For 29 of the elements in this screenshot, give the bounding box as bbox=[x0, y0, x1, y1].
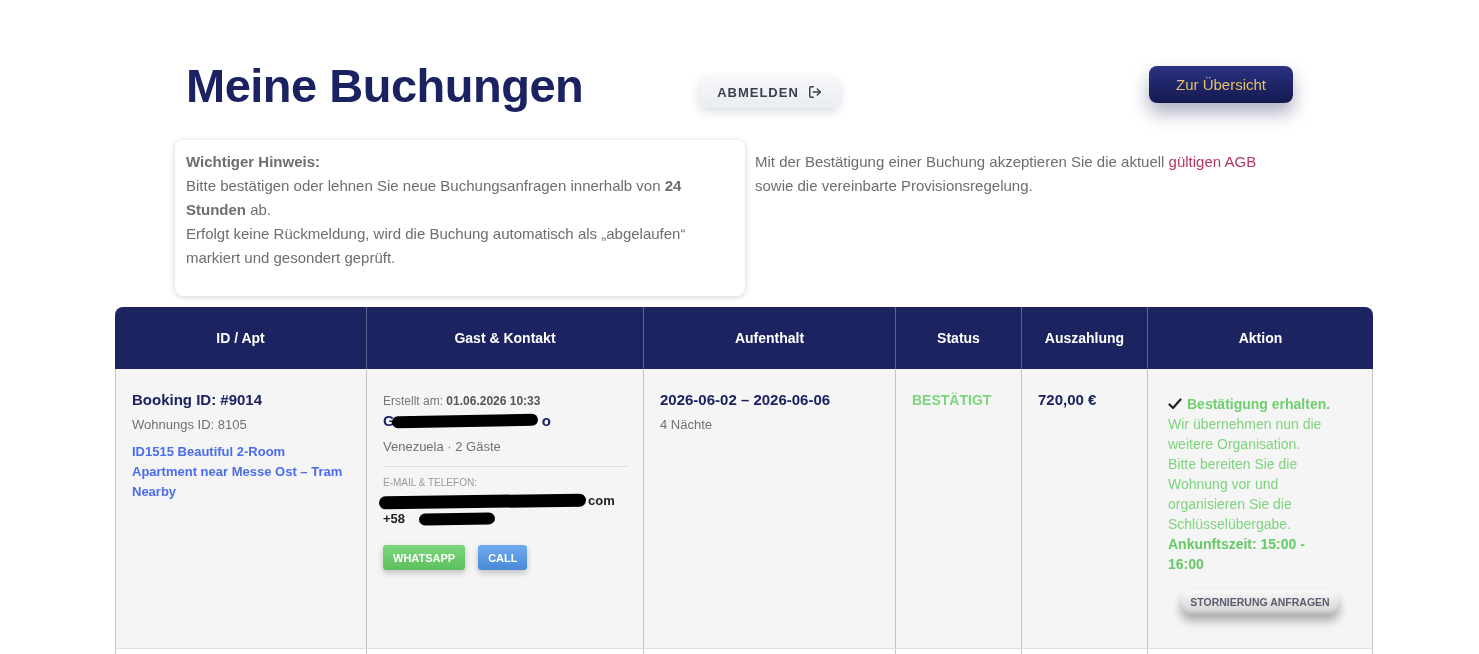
cancel-request-button[interactable]: STORNIERUNG ANFRAGEN bbox=[1180, 590, 1340, 614]
confirmation-message: Wir übernehmen nun die weitere Organisation. Bitte bereiten Sie die Wohnung vor und organisieren Sie die Schlüsselübergabe. bbox=[1168, 415, 1323, 534]
terms-link[interactable]: gültigen AGB bbox=[1168, 153, 1257, 170]
guest-phone: +58 bbox=[383, 510, 406, 528]
arrival-time: Ankunftszeit: 15:00 - 16:00 bbox=[1168, 535, 1306, 574]
apartment-id: Wohnungs ID: 8105 bbox=[132, 416, 248, 434]
column-header: ID / Apt bbox=[215, 329, 266, 348]
check-icon bbox=[1168, 398, 1182, 410]
confirmation-heading: Bestätigung erhalten. bbox=[1187, 395, 1331, 414]
notice-text: Erfolgt keine Rückmeldung, wird die Buchung automatisch als „abgelaufen“ markiert und gesondert geprüft. bbox=[186, 224, 687, 268]
guest-email: com bbox=[588, 492, 615, 510]
apartment-link[interactable]: ID1515 Beautiful 2-Room Apartment near Messe Ost – Tram Nearby bbox=[132, 442, 347, 502]
booking-status: BESTÄTIGT bbox=[912, 391, 993, 410]
guest-details: Venezuela · 2 Gäste bbox=[383, 438, 502, 456]
notice-title: Wichtiger Hinweis: bbox=[186, 152, 322, 172]
booking-id: Booking ID: #9014 bbox=[132, 390, 264, 410]
stay-dates: 2026-06-02 – 2026-06-06 bbox=[660, 390, 832, 410]
guest-name: o bbox=[541, 412, 551, 430]
logout-button[interactable]: ABMELDEN bbox=[699, 76, 840, 108]
created-date: Erstellt am: 01.06.2026 10:33 bbox=[383, 393, 542, 409]
contact-label: E-MAIL & TELEFON: bbox=[383, 476, 478, 490]
stay-nights: 4 Nächte bbox=[660, 416, 714, 434]
call-button[interactable]: CALL bbox=[478, 545, 528, 570]
notice-text: Bitte bestätigen oder lehnen Sie neue Buchungsanfragen innerhalb von 24 Stunden ab. bbox=[186, 176, 683, 220]
page-title: Meine Buchungen bbox=[186, 58, 584, 114]
payout-amount: 720,00 € bbox=[1038, 390, 1098, 410]
logout-icon bbox=[807, 85, 822, 99]
terms-note: Mit der Bestätigung einer Buchung akzeptieren Sie die aktuell gültigen AGB sowie die vereinbarte Provisionsregelung. bbox=[755, 152, 1258, 196]
overview-button[interactable]: Zur Übersicht bbox=[1149, 66, 1293, 103]
